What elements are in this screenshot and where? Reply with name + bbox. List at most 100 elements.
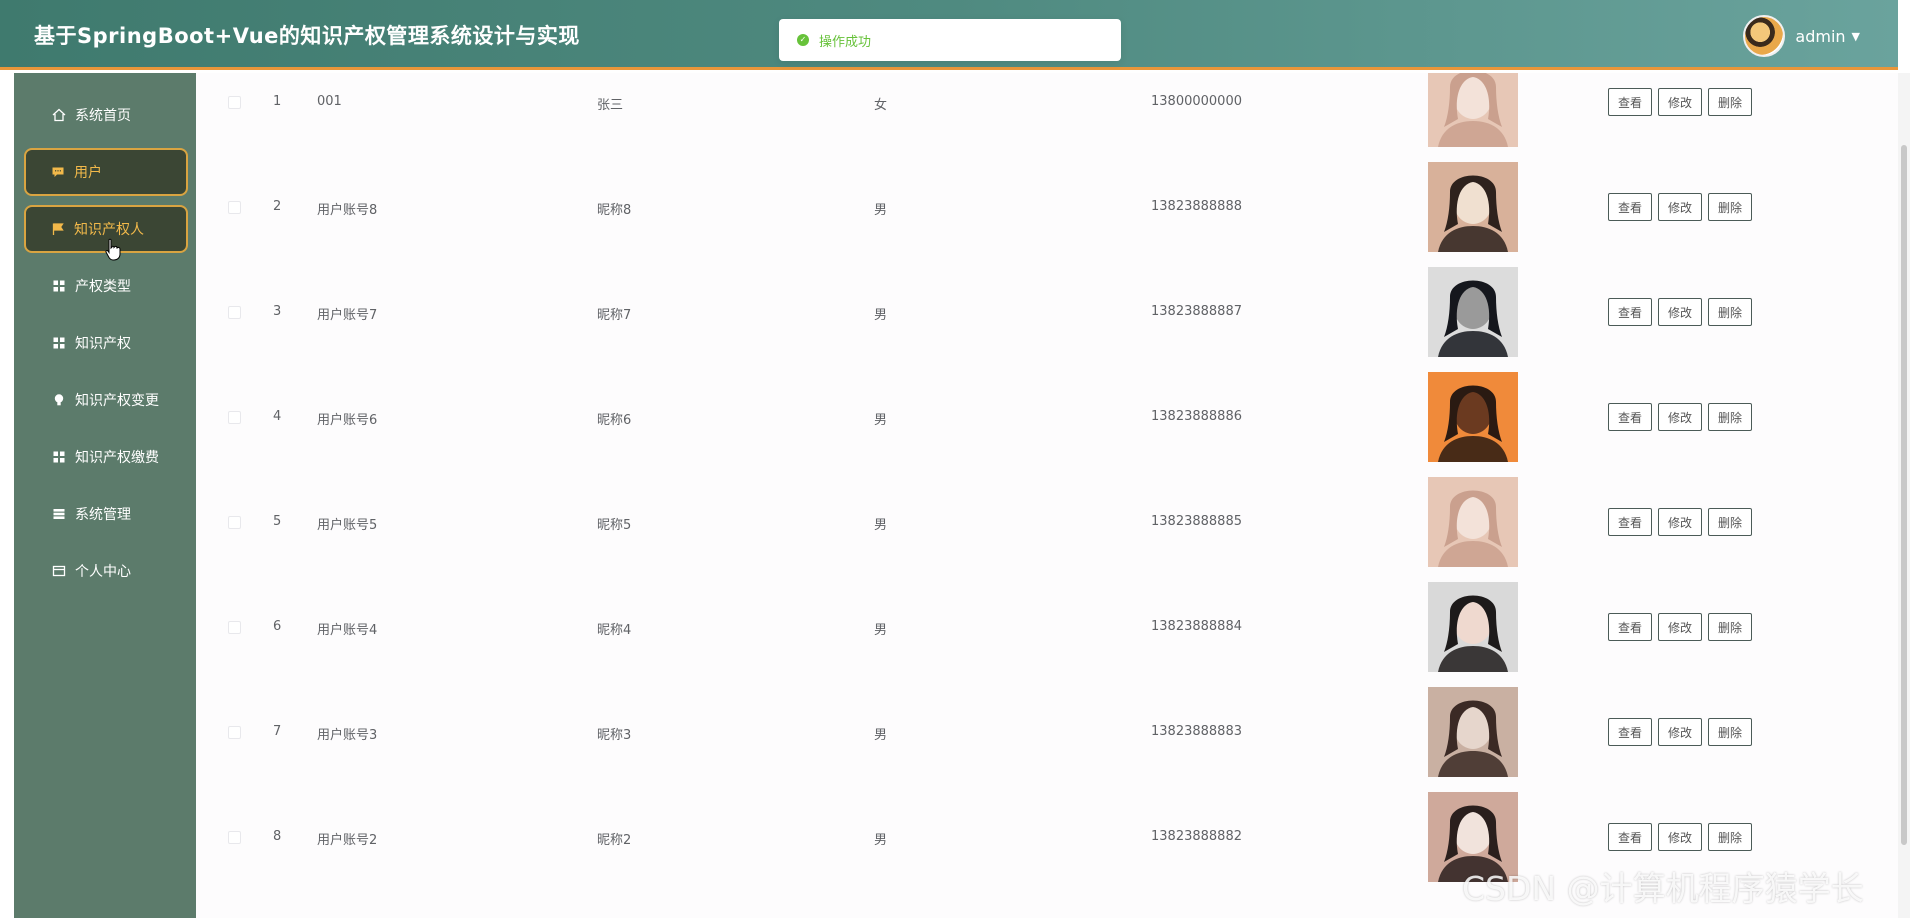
sidebar-item-system[interactable]: 系统管理: [24, 490, 188, 538]
row-checkbox[interactable]: [228, 726, 241, 739]
chat-icon: [52, 167, 64, 177]
row-gender: 男: [874, 833, 888, 848]
row-index: 4: [273, 409, 282, 424]
table-row: 6 用户账号4 昵称4 男 13823888884 查看 修改 删除: [196, 575, 1898, 679]
delete-button[interactable]: 删除: [1708, 508, 1752, 536]
list-icon: [53, 509, 65, 519]
edit-button[interactable]: 修改: [1658, 298, 1702, 326]
sidebar-item-label: 知识产权: [75, 336, 131, 352]
row-account: 用户账号6: [317, 413, 378, 428]
view-button[interactable]: 查看: [1608, 298, 1652, 326]
user-table: 1 001 张三 女 13800000000 查看 修改 删除 2 用户账号8 …: [196, 73, 1898, 918]
delete-button[interactable]: 删除: [1708, 88, 1752, 116]
row-phone: 13823888883: [1151, 724, 1242, 739]
delete-button[interactable]: 删除: [1708, 613, 1752, 641]
row-checkbox[interactable]: [228, 411, 241, 424]
sidebar-item-ip-fee[interactable]: 知识产权缴费: [24, 433, 188, 481]
user-photo[interactable]: [1428, 477, 1518, 567]
caret-down-icon[interactable]: ▼: [1852, 30, 1860, 43]
edit-button[interactable]: 修改: [1658, 613, 1702, 641]
sidebar-item-users[interactable]: 用户: [24, 148, 188, 196]
sidebar-item-label: 知识产权人: [74, 222, 144, 238]
table-row: 7 用户账号3 昵称3 男 13823888883 查看 修改 删除: [196, 680, 1898, 784]
row-nickname: 昵称6: [597, 413, 632, 428]
scrollbar-thumb[interactable]: [1901, 145, 1907, 845]
row-phone: 13823888887: [1151, 304, 1242, 319]
edit-button[interactable]: 修改: [1658, 193, 1702, 221]
user-photo[interactable]: [1428, 582, 1518, 672]
user-photo[interactable]: [1428, 687, 1518, 777]
sidebar-item-profile[interactable]: 个人中心: [24, 547, 188, 595]
view-button[interactable]: 查看: [1608, 88, 1652, 116]
sidebar-item-ip[interactable]: 知识产权: [24, 319, 188, 367]
grid-icon: [53, 280, 65, 292]
row-checkbox[interactable]: [228, 831, 241, 844]
sidebar-item-home[interactable]: 系统首页: [24, 91, 188, 139]
row-checkbox[interactable]: [228, 306, 241, 319]
row-account: 用户账号5: [317, 518, 378, 533]
row-checkbox[interactable]: [228, 621, 241, 634]
row-checkbox[interactable]: [228, 516, 241, 529]
row-account: 用户账号8: [317, 203, 378, 218]
sidebar-menu: 系统首页 用户 知识产权人 产权类型 知识产权 知识产权变更 知识产权缴费 系统…: [14, 73, 196, 918]
row-nickname: 昵称5: [597, 518, 632, 533]
table-row: 3 用户账号7 昵称7 男 13823888887 查看 修改 删除: [196, 260, 1898, 364]
row-gender: 男: [874, 728, 888, 743]
view-button[interactable]: 查看: [1608, 823, 1652, 851]
row-account: 用户账号7: [317, 308, 378, 323]
view-button[interactable]: 查看: [1608, 403, 1652, 431]
table-row: 2 用户账号8 昵称8 男 13823888888 查看 修改 删除: [196, 155, 1898, 259]
row-phone: 13823888882: [1151, 829, 1242, 844]
row-index: 8: [273, 829, 282, 844]
row-nickname: 昵称2: [597, 833, 632, 848]
row-checkbox[interactable]: [228, 96, 241, 109]
table-row: 4 用户账号6 昵称6 男 13823888886 查看 修改 删除: [196, 365, 1898, 469]
row-phone: 13823888888: [1151, 199, 1242, 214]
edit-button[interactable]: 修改: [1658, 88, 1702, 116]
row-phone: 13823888884: [1151, 619, 1242, 634]
flag-icon: [52, 223, 64, 235]
view-button[interactable]: 查看: [1608, 193, 1652, 221]
sidebar-item-label: 产权类型: [75, 279, 131, 295]
row-account: 001: [317, 94, 342, 109]
row-index: 2: [273, 199, 282, 214]
csdn-watermark: CSDN @计算机程序猿学长: [1462, 869, 1864, 908]
app-title: 基于SpringBoot+Vue的知识产权管理系统设计与实现: [34, 24, 580, 48]
sidebar-item-label: 知识产权变更: [75, 393, 159, 409]
row-index: 3: [273, 304, 282, 319]
edit-button[interactable]: 修改: [1658, 718, 1702, 746]
username[interactable]: admin: [1795, 27, 1845, 46]
user-photo[interactable]: [1428, 372, 1518, 462]
edit-button[interactable]: 修改: [1658, 403, 1702, 431]
edit-button[interactable]: 修改: [1658, 508, 1702, 536]
delete-button[interactable]: 删除: [1708, 298, 1752, 326]
success-toast: ✓ 操作成功: [779, 19, 1121, 61]
grid-icon: [53, 451, 65, 463]
delete-button[interactable]: 删除: [1708, 718, 1752, 746]
row-gender: 女: [874, 98, 888, 113]
vertical-scrollbar[interactable]: [1898, 73, 1910, 918]
view-button[interactable]: 查看: [1608, 718, 1652, 746]
sidebar-item-ip-type[interactable]: 产权类型: [24, 262, 188, 310]
user-avatar[interactable]: [1743, 15, 1786, 57]
row-gender: 男: [874, 518, 888, 533]
user-photo[interactable]: [1428, 73, 1518, 147]
delete-button[interactable]: 删除: [1708, 403, 1752, 431]
grid-icon: [53, 337, 65, 349]
view-button[interactable]: 查看: [1608, 508, 1652, 536]
view-button[interactable]: 查看: [1608, 613, 1652, 641]
delete-button[interactable]: 删除: [1708, 193, 1752, 221]
user-photo[interactable]: [1428, 162, 1518, 252]
table-row: 5 用户账号5 昵称5 男 13823888885 查看 修改 删除: [196, 470, 1898, 574]
edit-button[interactable]: 修改: [1658, 823, 1702, 851]
user-menu[interactable]: admin ▼: [1743, 15, 1860, 57]
row-checkbox[interactable]: [228, 201, 241, 214]
home-icon: [52, 108, 66, 122]
row-phone: 13823888885: [1151, 514, 1242, 529]
sidebar-item-ip-change[interactable]: 知识产权变更: [24, 376, 188, 424]
row-nickname: 昵称4: [597, 623, 632, 638]
sidebar-item-label: 系统首页: [75, 108, 131, 124]
delete-button[interactable]: 删除: [1708, 823, 1752, 851]
user-photo[interactable]: [1428, 267, 1518, 357]
row-index: 1: [273, 94, 282, 109]
